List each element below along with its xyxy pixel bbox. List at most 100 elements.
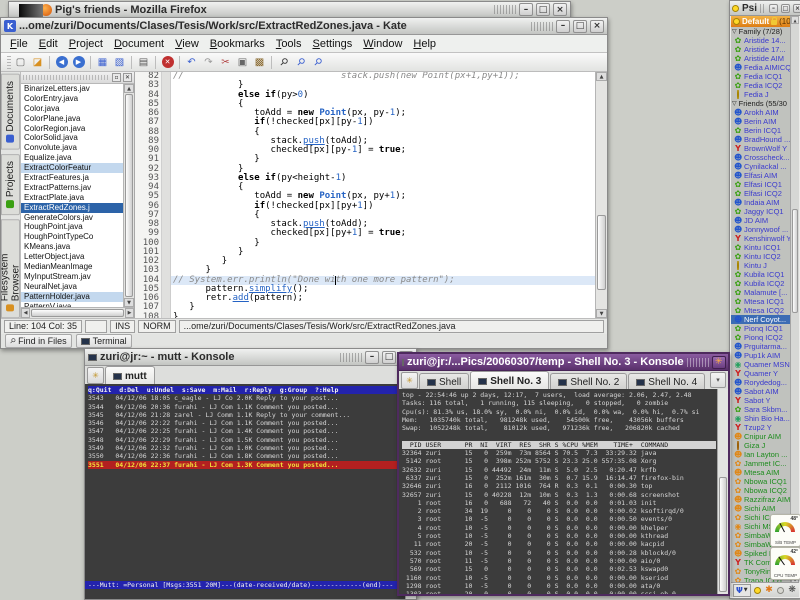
psi-titlebar[interactable]: Psi – □ ×: [730, 1, 800, 16]
file-item[interactable]: BinarizeLetters.jav: [21, 84, 123, 94]
close-button[interactable]: ×: [553, 3, 567, 16]
roster-contact[interactable]: ✿Pionq ICQ1: [731, 324, 791, 333]
back-icon[interactable]: ◀: [54, 55, 69, 70]
menu-tools[interactable]: Tools: [271, 37, 307, 51]
file-item[interactable]: ColorEntry.java: [21, 94, 123, 104]
minimize-button[interactable]: –: [769, 4, 778, 13]
scrollbar-thumb[interactable]: [597, 215, 606, 291]
roster-contact[interactable]: ☻Fedia AIMICQ: [731, 63, 791, 72]
menu-document[interactable]: Document: [109, 37, 169, 51]
copy-icon[interactable]: ▣: [235, 55, 250, 70]
roster-contact[interactable]: ☻Cynilackal ...: [731, 162, 791, 171]
roster-contact[interactable]: ☻Arokh AIM: [731, 108, 791, 117]
roster-contact[interactable]: ☻Nerf Coyot...: [731, 315, 791, 324]
scrollbar-thumb[interactable]: [719, 477, 727, 592]
minimize-button[interactable]: –: [365, 351, 379, 364]
panel-grip[interactable]: [23, 75, 110, 80]
paste-icon[interactable]: ▩: [252, 55, 267, 70]
tab-shell-no-4[interactable]: Shell No. 4: [628, 373, 705, 390]
code-area[interactable]: 82// stack.push(new Point(px+1,py+1));83…: [135, 72, 595, 318]
menu-settings[interactable]: Settings: [308, 37, 358, 51]
scroll-down-arrow[interactable]: ▼: [596, 309, 607, 318]
roster-contact[interactable]: ☻Indaia AIM: [731, 198, 791, 207]
roster-contact[interactable]: ◉Quamer MSN: [731, 360, 791, 369]
menu-project[interactable]: Project: [64, 37, 108, 51]
terminal-scrollbar[interactable]: [717, 389, 728, 594]
new-session-button[interactable]: ✳: [401, 372, 418, 389]
roster-contact[interactable]: ☻Razzifraz AIM: [731, 495, 791, 504]
forward-icon[interactable]: ▶: [71, 55, 86, 70]
psi-profile-row[interactable]: Default(10: [731, 16, 791, 27]
toolbar-handle[interactable]: [7, 55, 11, 69]
expand-triangle-icon[interactable]: ▽: [732, 100, 737, 107]
roster-contact[interactable]: ◉Shin Bio Ha...: [731, 414, 791, 423]
roster-contact[interactable]: ✿Fedia ICQ2: [731, 81, 791, 90]
file-item[interactable]: NeuralNet.java: [21, 282, 123, 292]
file-item[interactable]: ExtractColorFeatur: [21, 163, 123, 173]
roster-contact[interactable]: ☻Rorydedog...: [731, 378, 791, 387]
new-file-icon[interactable]: ▢: [13, 55, 28, 70]
top-terminal[interactable]: top - 22:54:46 up 2 days, 12:17, 7 users…: [399, 389, 728, 594]
roster-contact[interactable]: ☻Berin AIM: [731, 117, 791, 126]
roster-contact[interactable]: ☻Pup1k AIM: [731, 351, 791, 360]
file-item[interactable]: HoughPoint.java: [21, 222, 123, 232]
scroll-left-arrow[interactable]: ◀: [21, 308, 30, 318]
mutt-terminal[interactable]: q:Quit d:Del u:Undel s:Save m:Mail r:Rep…: [85, 384, 416, 599]
tab-options-button[interactable]: ▾: [710, 372, 726, 388]
roster-contact[interactable]: ☻Mtesa AIM: [731, 468, 791, 477]
terminal-button[interactable]: Terminal: [76, 334, 132, 348]
file-item[interactable]: Equalize.java: [21, 153, 123, 163]
roster-contact[interactable]: ✿Aristide AIM: [731, 54, 791, 63]
maximize-button[interactable]: □: [573, 20, 587, 33]
menu-bookmarks[interactable]: Bookmarks: [205, 37, 270, 51]
document-list-hscrollbar[interactable]: ◀ ▶: [21, 307, 134, 318]
roster-group[interactable]: ▽Friends (55/30: [731, 99, 791, 108]
kate-editor[interactable]: 82// stack.push(new Point(px+1,py+1));83…: [135, 72, 607, 318]
minimize-button[interactable]: –: [556, 20, 570, 33]
roster-contact[interactable]: YKenshinwolf Y: [731, 234, 791, 243]
file-item[interactable]: ExtractFeatures.ja: [21, 173, 123, 183]
konsole-titlebar[interactable]: zuri@jr:/...Pics/20060307/temp - Shell N…: [399, 354, 728, 371]
lightbulb-on-icon[interactable]: [753, 585, 763, 596]
file-item[interactable]: GenerateColors.jav: [21, 213, 123, 223]
roster-contact[interactable]: YTzup2 Y: [731, 423, 791, 432]
save-as-icon[interactable]: ▧: [112, 55, 127, 70]
maximize-button[interactable]: □: [382, 351, 396, 364]
scroll-up-arrow[interactable]: ▲: [791, 16, 799, 24]
roster-scrollbar[interactable]: ▲ ▼: [790, 16, 799, 583]
events-icon[interactable]: ✱: [764, 585, 774, 596]
file-item[interactable]: MedianMeanImage: [21, 262, 123, 272]
roster-group[interactable]: ▽Family (7/28): [731, 27, 791, 36]
roster-contact[interactable]: ☻Elfasi AIM: [731, 171, 791, 180]
panel-close-button[interactable]: ✕: [123, 73, 132, 82]
file-item[interactable]: KMeans.java: [21, 242, 123, 252]
file-item[interactable]: Color.java: [21, 104, 123, 114]
status-selector[interactable]: Ψ▼: [733, 584, 751, 597]
file-item[interactable]: HoughPointTypeCo: [21, 232, 123, 242]
cut-icon[interactable]: ✂: [218, 55, 233, 70]
roster-contact[interactable]: YBrownWolf Y: [731, 144, 791, 153]
roster-contact[interactable]: ✿Kintu ICQ1: [731, 243, 791, 252]
roster-contact[interactable]: ✿Berin ICQ1: [731, 126, 791, 135]
scrollbar-thumb[interactable]: [31, 309, 124, 317]
roster-contact[interactable]: Giza J: [731, 441, 791, 450]
mutt-konsole-window[interactable]: zuri@jr:~ - mutt - Konsole – □ × ✳ mutt …: [84, 348, 417, 600]
roster-contact[interactable]: ✿Malamute [...: [731, 288, 791, 297]
scroll-up-arrow[interactable]: ▲: [124, 84, 134, 93]
find-in-files-button[interactable]: ⚲ Find in Files: [5, 334, 72, 348]
maximize-button[interactable]: □: [536, 3, 550, 16]
new-session-button[interactable]: ✳: [87, 367, 104, 384]
stop-icon[interactable]: ✕: [160, 55, 175, 70]
print-icon[interactable]: ▤: [136, 55, 151, 70]
roster-contact[interactable]: ✿Kubila ICQ1: [731, 270, 791, 279]
roster-contact[interactable]: Kintu J: [731, 261, 791, 270]
roster-contact[interactable]: ☻Sabot AIM: [731, 387, 791, 396]
kate-window[interactable]: K ...ome/zuri/Documents/Clases/Tesis/Wor…: [0, 17, 608, 349]
top-konsole-window[interactable]: zuri@jr:/...Pics/20060307/temp - Shell N…: [397, 352, 730, 596]
maximize-button[interactable]: □: [781, 4, 790, 13]
roster-contact[interactable]: ☻Prguitarma...: [731, 342, 791, 351]
scroll-right-arrow[interactable]: ▶: [125, 308, 134, 318]
file-item[interactable]: ColorPlane.java: [21, 114, 123, 124]
roster-contact[interactable]: ✿Elfasi ICQ2: [731, 189, 791, 198]
roster-contact[interactable]: ✿Mtesa ICQ1: [731, 297, 791, 306]
